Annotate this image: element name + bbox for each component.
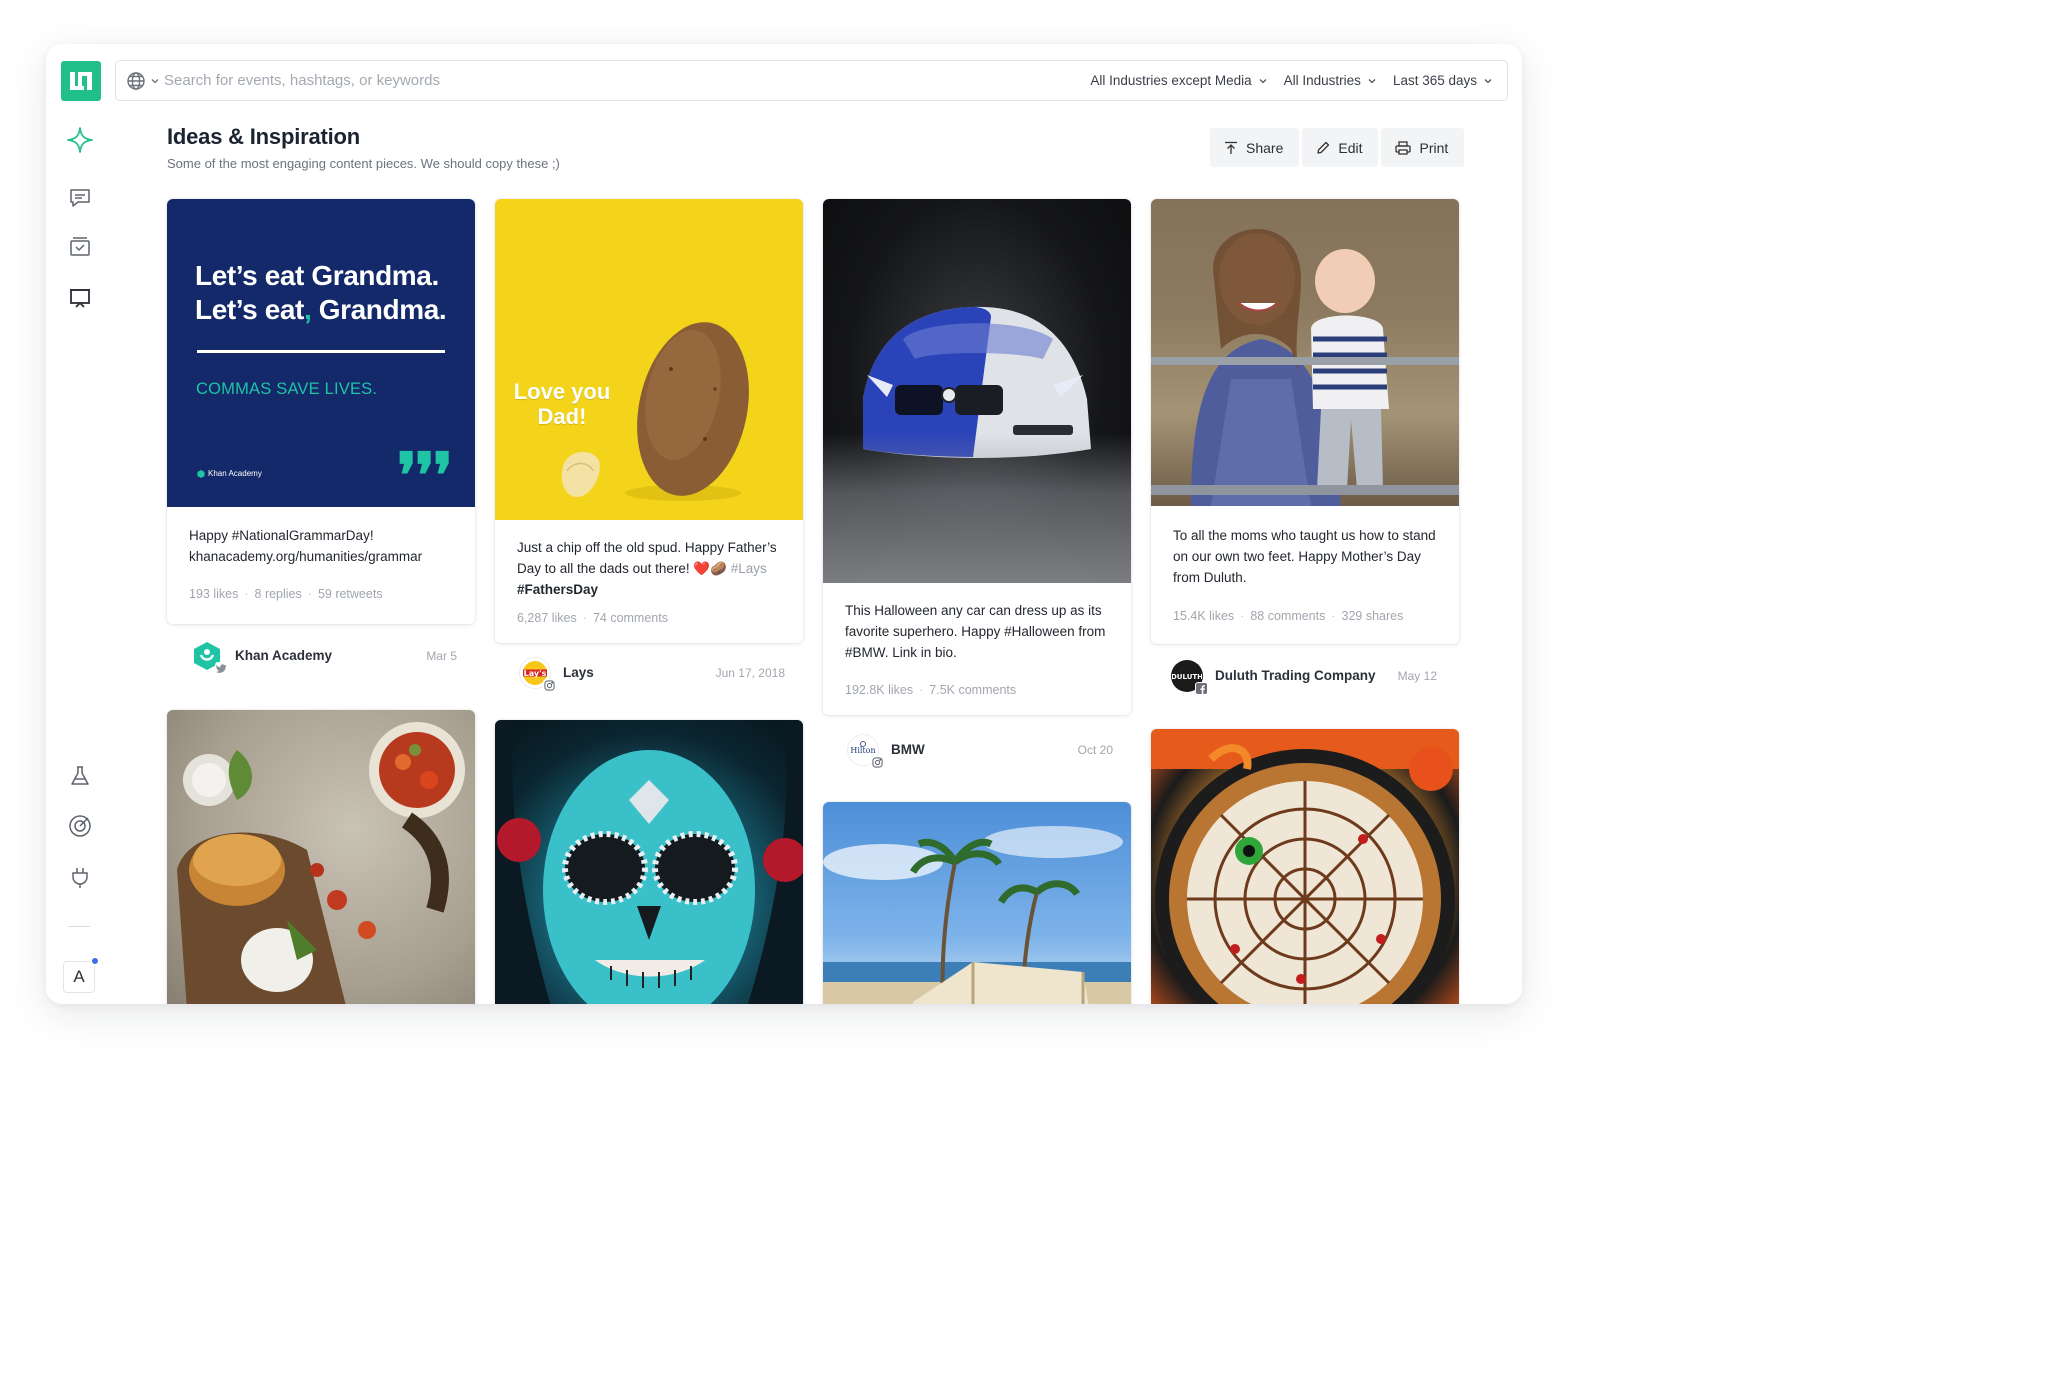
chevron-down-icon: [151, 78, 159, 83]
compare-industry-label: All Industries: [1283, 73, 1361, 88]
post-author-bmw[interactable]: Hilton BMW Oct 20: [823, 734, 1131, 774]
twitter-icon: [215, 662, 228, 675]
date-range-label: Last 365 days: [1392, 73, 1477, 88]
edit-button[interactable]: Edit: [1302, 128, 1379, 167]
account-initial: A: [73, 967, 85, 986]
compare-industry-dropdown[interactable]: All Industries: [1284, 73, 1377, 88]
inbox-check-icon[interactable]: [66, 232, 94, 260]
image-headline: Let’s eat Grandma. Let’s eat, Grandma.: [195, 260, 447, 325]
post-card-sugar-skull[interactable]: [495, 720, 803, 1004]
post-image: [823, 199, 1131, 583]
print-button[interactable]: Print: [1381, 128, 1465, 167]
date-range-dropdown[interactable]: Last 365 days: [1393, 73, 1493, 88]
post-date: May 12: [1397, 669, 1437, 683]
presentation-board-icon[interactable]: [66, 284, 94, 312]
post-card-lays[interactable]: Love you Dad! Just a chip off the old sp…: [495, 199, 803, 643]
post-image: Love you Dad!: [495, 199, 803, 520]
image-brand: Khan Academy: [197, 469, 262, 478]
sparkle-icon[interactable]: [66, 126, 94, 154]
plug-icon[interactable]: [66, 864, 94, 892]
post-card-resort[interactable]: [823, 802, 1131, 1004]
svg-text:Lay's: Lay's: [524, 669, 547, 678]
scope-selector[interactable]: [116, 71, 164, 91]
chevron-down-icon: [1259, 78, 1267, 83]
pizza-illustration: [1151, 729, 1459, 1004]
chevron-down-icon: [1484, 78, 1492, 83]
app-logo-icon[interactable]: [61, 61, 101, 101]
search-bar: All Industries except Media All Industri…: [115, 60, 1508, 101]
industry-filter-label: All Industries except Media: [1090, 73, 1252, 88]
author-name: Khan Academy: [235, 648, 333, 663]
post-author-khan-academy[interactable]: Khan Academy Mar 5: [167, 640, 475, 680]
post-stats: 6,287 likes · 74 comments: [517, 611, 668, 625]
author-name: Duluth Trading Company: [1215, 668, 1376, 683]
post-stats: 15.4K likes · 88 comments · 329 shares: [1173, 609, 1404, 623]
print-label: Print: [1419, 139, 1449, 156]
edit-label: Edit: [1338, 139, 1363, 156]
post-stats: 192.8K likes · 7.5K comments: [845, 683, 1017, 697]
flask-icon[interactable]: [66, 762, 94, 790]
potato-illustration: [561, 322, 749, 501]
quote-marks-icon: ❜❜❜: [397, 439, 453, 507]
target-icon[interactable]: [66, 812, 94, 840]
svg-text:DULUTH: DULUTH: [1172, 673, 1202, 681]
post-caption: To all the moms who taught us how to sta…: [1173, 528, 1436, 585]
author-name: Lays: [563, 665, 594, 680]
upload-icon: [1225, 141, 1237, 154]
account-avatar[interactable]: A: [63, 961, 95, 993]
notification-dot: [90, 956, 100, 966]
facebook-icon: [1195, 682, 1208, 695]
author-name: BMW: [891, 742, 925, 757]
post-card-duluth[interactable]: To all the moms who taught us how to sta…: [1151, 199, 1459, 644]
post-card-khan-academy[interactable]: Let’s eat Grandma. Let’s eat, Grandma. C…: [167, 199, 475, 624]
resort-illustration: [823, 826, 1131, 1004]
fog-overlay: [823, 433, 1131, 583]
post-image: Let’s eat Grandma. Let’s eat, Grandma. C…: [167, 199, 475, 507]
pencil-icon: [1317, 141, 1330, 154]
page-title: Ideas & Inspiration: [167, 124, 361, 149]
image-divider: [197, 350, 445, 353]
post-image: [1151, 729, 1459, 1004]
chevron-down-icon: [1368, 78, 1376, 83]
post-date: Mar 5: [426, 649, 457, 663]
post-card-food[interactable]: [167, 710, 475, 1004]
industry-filter-dropdown[interactable]: All Industries except Media: [1090, 73, 1267, 88]
svg-text:Hilton: Hilton: [850, 746, 875, 755]
printer-icon: [1395, 140, 1412, 155]
image-text: Love you Dad!: [513, 379, 611, 429]
post-author-duluth[interactable]: DULUTH Duluth Trading Company May 12: [1147, 660, 1455, 700]
post-caption: Just a chip off the old spud. Happy Fath…: [517, 540, 777, 597]
globe-icon: [127, 71, 145, 90]
post-card-bmw[interactable]: This Halloween any car can dress up as i…: [823, 199, 1131, 715]
post-image: [167, 710, 475, 1004]
post-image: [1151, 199, 1459, 506]
post-date: Jun 17, 2018: [715, 666, 785, 680]
share-label: Share: [1246, 139, 1284, 156]
image-subline: COMMAS SAVE LIVES.: [196, 380, 378, 398]
post-caption: This Halloween any car can dress up as i…: [845, 603, 1106, 660]
search-input[interactable]: [164, 61, 1091, 100]
page-subtitle: Some of the most engaging content pieces…: [167, 156, 560, 171]
app-window: All Industries except Media All Industri…: [46, 44, 1522, 1004]
chat-icon[interactable]: [66, 184, 94, 212]
share-button[interactable]: Share: [1210, 128, 1300, 167]
mother-baby-illustration: [1151, 199, 1459, 506]
khan-logo-icon: [197, 469, 205, 478]
instagram-icon: [543, 679, 556, 692]
post-caption: Happy #NationalGrammarDay! khanacademy.o…: [189, 528, 423, 564]
sugar-skull-illustration: [495, 720, 803, 1004]
post-image: [823, 802, 1131, 1004]
post-author-lays[interactable]: Lay's Lays Jun 17, 2018: [495, 657, 803, 697]
sidebar-divider: [68, 926, 90, 927]
post-stats: 193 likes · 8 replies · 59 retweets: [189, 587, 383, 601]
header-actions: Share Edit Print: [1210, 128, 1465, 167]
instagram-icon: [871, 756, 884, 769]
post-card-halloween-pizza[interactable]: [1151, 729, 1459, 1004]
post-image: [495, 720, 803, 1004]
food-illustration: [177, 722, 465, 1004]
post-date: Oct 20: [1077, 743, 1113, 757]
